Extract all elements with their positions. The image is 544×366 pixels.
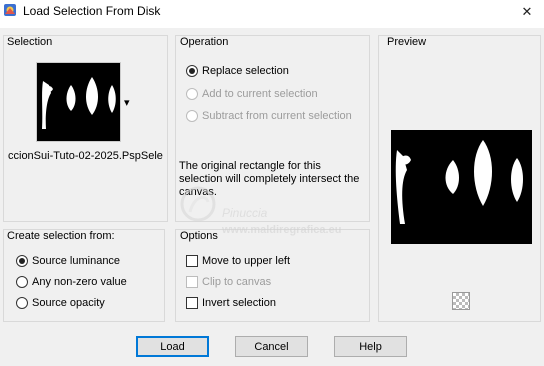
dropdown-arrow-icon[interactable]: ▾ <box>124 96 130 109</box>
subtract-selection-label: Subtract from current selection <box>202 110 352 122</box>
checkbox-indicator <box>186 297 198 309</box>
add-to-selection-radio[interactable]: Add to current selection <box>186 88 318 100</box>
options-group-label: Options <box>180 230 218 242</box>
any-non-zero-label: Any non-zero value <box>32 276 127 288</box>
radio-indicator <box>186 65 198 77</box>
preview-image-graphic <box>395 140 523 224</box>
radio-indicator <box>16 255 28 267</box>
clip-to-canvas-checkbox[interactable]: Clip to canvas <box>186 276 271 288</box>
source-opacity-label: Source opacity <box>32 297 105 309</box>
checkbox-indicator <box>186 276 198 288</box>
clip-to-canvas-label: Clip to canvas <box>202 276 272 288</box>
invert-selection-checkbox[interactable]: Invert selection <box>186 297 276 309</box>
checkbox-indicator <box>186 255 198 267</box>
radio-indicator <box>186 88 198 100</box>
source-luminance-radio[interactable]: Source luminance <box>16 255 120 267</box>
replace-selection-label: Replace selection <box>202 65 289 77</box>
title-bar: Load Selection From Disk ✕ <box>0 0 544 28</box>
source-luminance-label: Source luminance <box>32 255 121 267</box>
selection-thumbnail[interactable] <box>36 62 121 142</box>
subtract-selection-radio[interactable]: Subtract from current selection <box>186 110 352 122</box>
close-button[interactable]: ✕ <box>510 0 544 24</box>
move-to-upper-left-label: Move to upper left <box>202 255 291 267</box>
close-icon: ✕ <box>521 4 533 19</box>
radio-indicator <box>186 110 198 122</box>
radio-indicator <box>16 276 28 288</box>
operation-group-label: Operation <box>180 36 229 48</box>
selection-thumbnail-image <box>42 77 116 129</box>
radio-indicator <box>16 297 28 309</box>
selection-group-label: Selection <box>7 36 53 48</box>
replace-selection-radio[interactable]: Replace selection <box>186 65 289 77</box>
source-opacity-radio[interactable]: Source opacity <box>16 297 105 309</box>
app-icon <box>4 4 16 16</box>
any-non-zero-radio[interactable]: Any non-zero value <box>16 276 127 288</box>
cancel-button[interactable]: Cancel <box>235 336 308 357</box>
transparency-toggle-icon[interactable] <box>452 292 470 310</box>
create-from-group-label: Create selection from: <box>7 230 115 242</box>
invert-selection-label: Invert selection <box>202 297 276 309</box>
selection-filename: ccionSui-Tuto-02-2025.PspSele <box>8 150 163 162</box>
add-to-selection-label: Add to current selection <box>202 88 318 100</box>
preview-image <box>391 130 532 244</box>
operation-info-text: The original rectangle for this selectio… <box>179 160 360 198</box>
move-to-upper-left-checkbox[interactable]: Move to upper left <box>186 255 290 267</box>
help-button[interactable]: Help <box>334 336 407 357</box>
load-button[interactable]: Load <box>136 336 209 357</box>
window-title: Load Selection From Disk <box>23 4 161 18</box>
preview-group-label: Preview <box>387 36 427 48</box>
